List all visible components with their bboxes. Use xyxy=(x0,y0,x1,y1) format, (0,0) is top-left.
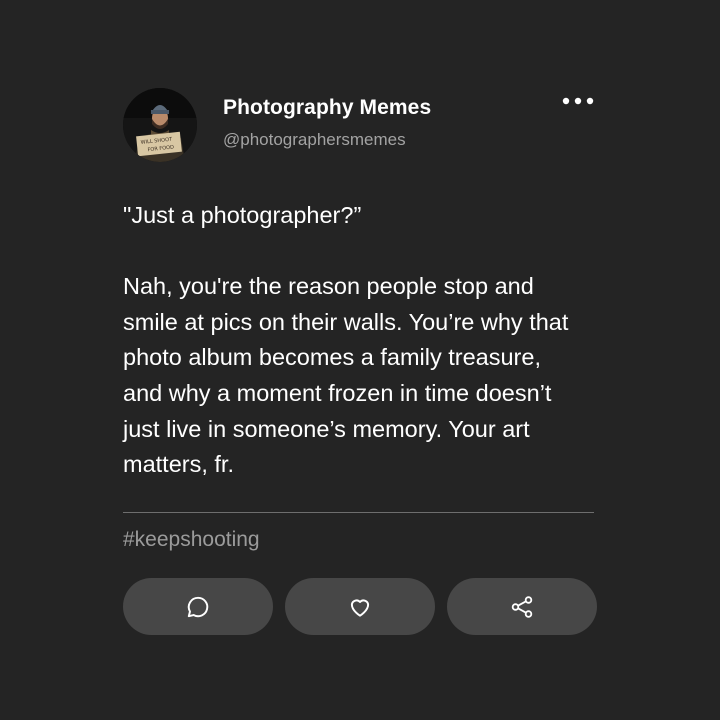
more-options-button[interactable] xyxy=(560,92,598,112)
heart-icon xyxy=(350,598,370,617)
post-body-line: matters, fr. xyxy=(123,451,234,478)
post-quote-line: "Just a photographer?” xyxy=(123,202,362,228)
avatar[interactable]: WILL SHOOT FOR FOOD xyxy=(123,88,197,162)
post-body-line: just live in someone’s memory. Your art xyxy=(123,415,530,442)
post-body-line: Nah, you're the reason people stop and xyxy=(123,273,534,300)
more-dots-icon xyxy=(562,97,594,105)
divider xyxy=(123,512,594,513)
post-body: "Just a photographer?” Nah, you're the r… xyxy=(123,198,623,483)
author-name[interactable]: Photography Memes xyxy=(223,96,431,120)
comment-button[interactable] xyxy=(123,578,273,635)
post-body-line: and why a moment frozen in time doesn’t xyxy=(123,379,552,406)
comment-icon xyxy=(187,596,209,617)
author-handle[interactable]: @photographersmemes xyxy=(223,130,406,150)
post-body-line: photo album becomes a family treasure, xyxy=(123,344,541,371)
post-body-line: smile at pics on their walls. You’re why… xyxy=(123,308,569,335)
share-icon xyxy=(511,595,533,618)
hashtag-link[interactable]: #keepshooting xyxy=(123,528,260,552)
like-button[interactable] xyxy=(285,578,435,635)
share-button[interactable] xyxy=(447,578,597,635)
avatar-photo: WILL SHOOT FOR FOOD xyxy=(123,88,197,162)
